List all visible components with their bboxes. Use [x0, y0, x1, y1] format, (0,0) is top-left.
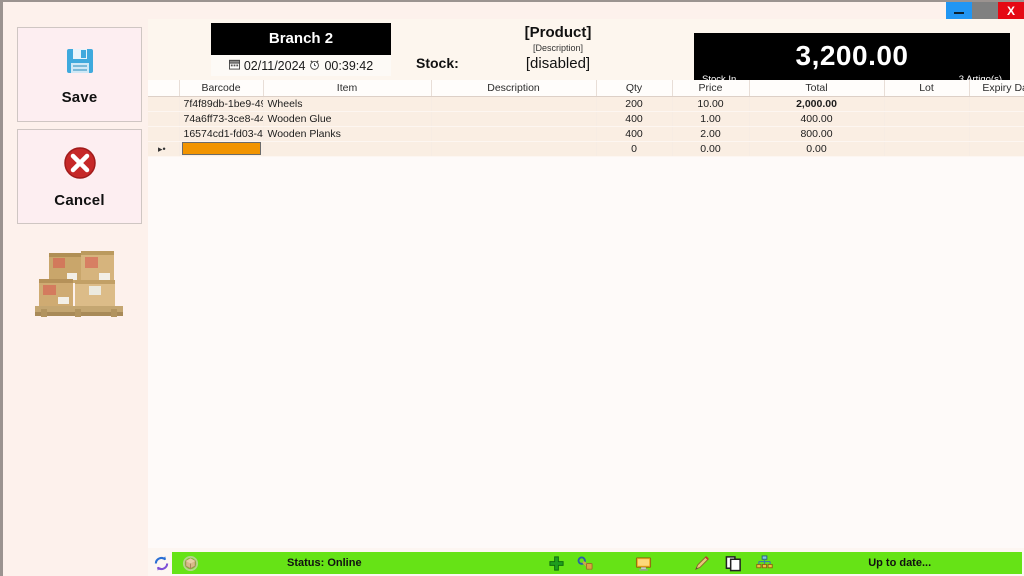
cell-price[interactable]: 1.00 [672, 111, 750, 127]
maximize-button[interactable] [972, 2, 998, 19]
cell-expiry[interactable] [969, 126, 1024, 142]
cell-lot[interactable] [884, 126, 970, 142]
column-header-lot[interactable]: Lot [884, 80, 970, 97]
cell-total[interactable]: 800.00 [749, 126, 885, 142]
save-button[interactable]: Save [17, 27, 142, 122]
column-header-price[interactable]: Price [672, 80, 750, 97]
status-spacer-4 [656, 552, 689, 574]
red-x-circle-icon [62, 145, 98, 186]
alarm-clock-icon [309, 59, 320, 73]
main-panel: Branch 2 02/11/2024 00:39:42 Stock: [Pro… [148, 19, 1024, 576]
cell-price[interactable]: 0.00 [672, 141, 750, 157]
stock-label: Stock: [416, 55, 459, 71]
cell-barcode[interactable]: 7f4f89db-1be9-49... [179, 96, 264, 112]
cell-expiry[interactable] [969, 141, 1024, 157]
status-spacer-3 [598, 552, 631, 574]
barcode-input-cell[interactable] [179, 141, 264, 157]
total-amount: 3,200.00 [795, 40, 909, 71]
package-refresh-icon[interactable] [177, 552, 203, 574]
column-header-qty[interactable]: Qty [596, 80, 673, 97]
cell-price[interactable]: 10.00 [672, 96, 750, 112]
key-permission-icon[interactable] [572, 552, 599, 574]
header-time: 00:39:42 [324, 59, 374, 73]
cell-total[interactable]: 400.00 [749, 111, 885, 127]
table-row[interactable]: 16574cd1-fd03-4f... Wooden Planks 400 2.… [148, 126, 1024, 142]
grid-body: 7f4f89db-1be9-49... Wheels 200 10.00 2,0… [148, 96, 1024, 157]
cell-qty[interactable]: 200 [596, 96, 673, 112]
cancel-button[interactable]: Cancel [17, 129, 142, 224]
cell-description[interactable] [431, 111, 597, 127]
column-header-description[interactable]: Description [431, 80, 597, 97]
pencil-edit-icon[interactable] [688, 552, 715, 574]
header-date: 02/11/2024 [243, 59, 306, 73]
row-selector[interactable] [148, 96, 180, 112]
cell-item[interactable] [263, 141, 432, 157]
column-header-item[interactable]: Item [263, 80, 432, 97]
network-nodes-icon[interactable] [751, 552, 778, 574]
row-selector[interactable] [148, 126, 180, 142]
product-state: [disabled] [525, 55, 591, 72]
branch-datetime: 02/11/2024 00:39:42 [211, 55, 391, 76]
cell-item[interactable]: Wheels [263, 96, 432, 112]
close-icon: X [1006, 3, 1015, 18]
minimize-icon [954, 11, 964, 14]
cell-item[interactable]: Wooden Glue [263, 111, 432, 127]
monitor-icon[interactable] [630, 552, 657, 574]
cell-description[interactable] [431, 141, 597, 157]
new-row-arrow-icon: ▸• [158, 143, 166, 154]
close-button[interactable]: X [998, 2, 1024, 19]
new-row[interactable]: ▸• 0 0.00 0.00 [148, 141, 1024, 157]
uptodate-text: Up to date... [777, 552, 1023, 574]
copy-duplicate-icon[interactable] [720, 552, 747, 574]
branch-block: Branch 2 02/11/2024 00:39:42 [211, 23, 391, 76]
row-selector[interactable] [148, 111, 180, 127]
status-text: Status: Online [203, 552, 544, 574]
document-header: Branch 2 02/11/2024 00:39:42 Stock: [Pro… [148, 19, 1024, 95]
barcode-input[interactable] [181, 142, 261, 155]
items-grid[interactable]: Barcode Item Description Qty Price Total… [148, 80, 1024, 553]
cell-barcode[interactable]: 16574cd1-fd03-4f... [179, 126, 264, 142]
cell-expiry[interactable] [969, 111, 1024, 127]
cell-price[interactable]: 2.00 [672, 126, 750, 142]
cell-lot[interactable] [884, 141, 970, 157]
cancel-button-label: Cancel [54, 191, 105, 209]
cell-barcode[interactable]: 74a6ff73-3ce8-44... [179, 111, 264, 127]
floppy-disk-icon [63, 44, 97, 83]
product-name: [Product] [524, 24, 592, 41]
cell-item[interactable]: Wooden Planks [263, 126, 432, 142]
cell-qty[interactable]: 400 [596, 126, 673, 142]
table-row[interactable]: 7f4f89db-1be9-49... Wheels 200 10.00 2,0… [148, 96, 1024, 112]
grid-empty-area [148, 156, 1024, 553]
cell-description[interactable] [431, 126, 597, 142]
cell-total[interactable]: 0.00 [749, 141, 885, 157]
cell-qty[interactable]: 400 [596, 111, 673, 127]
window-titlebar: X [3, 2, 1024, 19]
column-header-barcode[interactable]: Barcode [179, 80, 264, 97]
cell-lot[interactable] [884, 111, 970, 127]
pallet-boxes-image [29, 247, 133, 319]
new-row-indicator: ▸• [148, 141, 180, 157]
save-button-label: Save [61, 88, 98, 106]
cell-qty[interactable]: 0 [596, 141, 673, 157]
branch-name: Branch 2 [211, 23, 391, 55]
cell-lot[interactable] [884, 96, 970, 112]
column-header-selector[interactable] [148, 80, 180, 97]
cell-expiry[interactable] [969, 96, 1024, 112]
column-header-total[interactable]: Total [749, 80, 885, 97]
application-window: X Save Cancel Branch 2 02/11/2024 00:39:… [0, 0, 1024, 576]
calendar-icon [228, 59, 240, 73]
cell-total[interactable]: 2,000.00 [749, 96, 885, 112]
plus-add-icon[interactable] [543, 552, 570, 574]
sync-refresh-icon[interactable] [150, 552, 172, 574]
product-block: [Product] [Description] [disabled] [478, 24, 638, 72]
minimize-button[interactable] [946, 2, 972, 19]
grid-header-row: Barcode Item Description Qty Price Total… [148, 80, 1024, 97]
status-bar: Status: Online Up to date... [148, 548, 1024, 576]
product-description: [Description] [532, 43, 584, 53]
table-row[interactable]: 74a6ff73-3ce8-44... Wooden Glue 400 1.00… [148, 111, 1024, 127]
sidebar: Save Cancel [3, 19, 148, 576]
column-header-expiry[interactable]: Expiry Date [969, 80, 1024, 97]
cell-description[interactable] [431, 96, 597, 112]
